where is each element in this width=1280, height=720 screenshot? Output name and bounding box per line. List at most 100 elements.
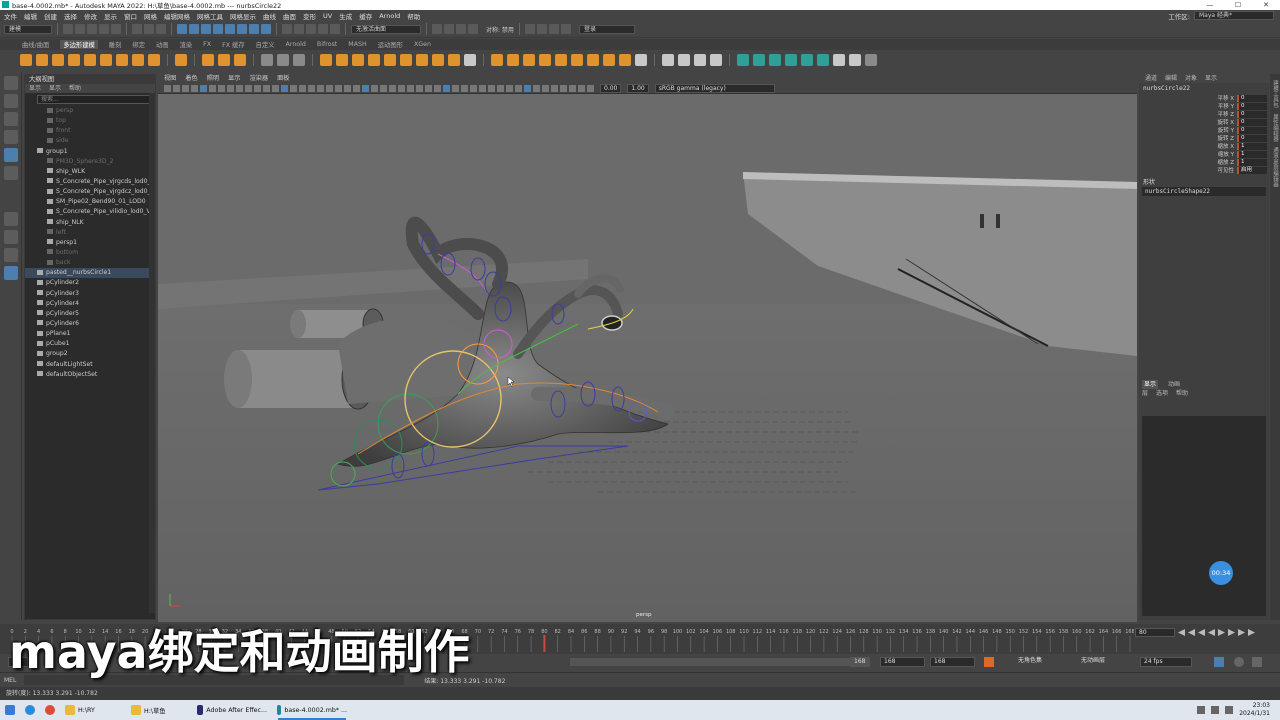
system-clock[interactable]: 23:03 2024/1/31: [1239, 702, 1270, 718]
merge-icon[interactable]: [507, 54, 519, 66]
insert-edge-loop-icon[interactable]: [491, 54, 503, 66]
channel-row[interactable]: 平移 Y0: [1139, 102, 1269, 110]
outliner-item[interactable]: defaultLightSet: [25, 360, 155, 370]
wedge-icon[interactable]: [555, 54, 567, 66]
shelf-tab[interactable]: Arnold: [286, 41, 306, 48]
viewport-tool-icon[interactable]: [515, 84, 522, 92]
character-set-dropdown[interactable]: 无角色集: [1015, 657, 1067, 667]
poly-torus-icon[interactable]: [84, 54, 96, 66]
shelf-tab[interactable]: 渲染: [180, 40, 193, 49]
viewport-tool-icon[interactable]: [191, 84, 198, 92]
extrude-icon[interactable]: [352, 54, 364, 66]
menu-item[interactable]: 显示: [104, 11, 117, 21]
viewport-tool-icon[interactable]: [587, 84, 594, 92]
poly-cube-icon[interactable]: [36, 54, 48, 66]
menu-item[interactable]: UV: [323, 12, 332, 20]
shelf-tab[interactable]: 多边形建模: [60, 40, 98, 49]
select-by-handle-icon[interactable]: [177, 24, 187, 34]
channel-row[interactable]: 平移 X0: [1139, 94, 1269, 102]
viewport-tool-icon[interactable]: [542, 84, 549, 92]
step-back-frame-icon[interactable]: [1198, 629, 1205, 636]
save-scene-icon[interactable]: [87, 24, 97, 34]
step-forward-key-icon[interactable]: [1238, 629, 1245, 636]
channel-row[interactable]: 旋转 Y0: [1139, 126, 1269, 134]
viewport-tool-icon[interactable]: [236, 84, 243, 92]
viewport-tool-icon[interactable]: [488, 84, 495, 92]
bridge-icon[interactable]: [368, 54, 380, 66]
triangulate-icon[interactable]: [603, 54, 615, 66]
layout-uv-icon[interactable]: [817, 54, 829, 66]
shelf-tab[interactable]: 雕刻: [109, 40, 122, 49]
viewport-tool-icon[interactable]: [578, 84, 585, 92]
two-pane-icon[interactable]: [3, 248, 18, 262]
menu-item[interactable]: Arnold: [379, 12, 400, 20]
viewport-menu-item[interactable]: 显示: [228, 74, 240, 83]
viewport-tool-icon[interactable]: [398, 84, 405, 92]
harden-edge-icon[interactable]: [678, 54, 690, 66]
menu-item[interactable]: 帮助: [407, 11, 420, 21]
channel-value-field[interactable]: 0: [1237, 134, 1267, 142]
outliner-item[interactable]: PM3D_Sphere3D_2: [25, 157, 155, 167]
outliner-item[interactable]: back: [25, 258, 155, 268]
outliner-item[interactable]: ship_NLK: [25, 218, 155, 228]
taskbar-app[interactable]: base-4.0002.mb* ...: [272, 700, 352, 720]
select-by-dynamic-icon[interactable]: [237, 24, 247, 34]
select-tool-icon[interactable]: [3, 76, 18, 90]
shelf-tab[interactable]: FX 缓存: [222, 40, 245, 49]
viewport-tool-icon[interactable]: [164, 84, 171, 92]
viewport-tool-icon[interactable]: [290, 84, 297, 92]
viewport-tool-icon[interactable]: [569, 84, 576, 92]
channel-value-field[interactable]: 1: [1237, 142, 1267, 150]
channel-menu-edit[interactable]: 编辑: [1165, 74, 1177, 83]
menu-item[interactable]: 网格工具: [197, 11, 223, 21]
spin-edge-icon[interactable]: [587, 54, 599, 66]
range-end-handle[interactable]: 168: [850, 657, 870, 667]
render-view-icon[interactable]: [432, 24, 442, 34]
channel-menu-object[interactable]: 对象: [1185, 74, 1197, 83]
play-backward-icon[interactable]: [1208, 629, 1215, 636]
select-object-icon[interactable]: [144, 24, 154, 34]
taskbar-chrome[interactable]: [40, 700, 60, 720]
multi-cut-icon[interactable]: [464, 54, 476, 66]
layer-list[interactable]: [1142, 416, 1266, 616]
live-surface-field[interactable]: 无激活曲面: [351, 24, 421, 34]
playback-end-field[interactable]: 168: [930, 657, 975, 667]
viewport-tool-icon[interactable]: [344, 84, 351, 92]
fps-dropdown[interactable]: 24 fps: [1140, 657, 1192, 667]
viewport-menu-item[interactable]: 面板: [277, 74, 289, 83]
viewport-tool-icon[interactable]: [560, 84, 567, 92]
select-by-joint-icon[interactable]: [189, 24, 199, 34]
poly-type-icon[interactable]: [202, 54, 214, 66]
viewport-tool-icon[interactable]: [335, 84, 342, 92]
svg-icon[interactable]: [234, 54, 246, 66]
shelf-tab[interactable]: MASH: [348, 41, 366, 48]
menu-item[interactable]: 文件: [4, 11, 17, 21]
auto-key-icon[interactable]: [984, 657, 994, 667]
viewport-tool-icon[interactable]: [353, 84, 360, 92]
shape-node-name[interactable]: nurbsCircleShape22: [1142, 187, 1266, 196]
outliner-item[interactable]: pCylinder4: [25, 299, 155, 309]
uv-editor-icon[interactable]: [277, 54, 289, 66]
cut-uv-icon[interactable]: [833, 54, 845, 66]
range-bar[interactable]: [570, 658, 870, 666]
menu-set-dropdown[interactable]: 建模: [4, 24, 52, 34]
planar-map-icon[interactable]: [737, 54, 749, 66]
viewport-tool-icon[interactable]: [227, 84, 234, 92]
channel-value-field[interactable]: 0: [1237, 118, 1267, 126]
quadrangulate-icon[interactable]: [619, 54, 631, 66]
reduce-icon[interactable]: [336, 54, 348, 66]
outliner-menu-item[interactable]: 帮助: [69, 84, 81, 93]
auto-map-icon[interactable]: [785, 54, 797, 66]
step-back-key-icon[interactable]: [1188, 629, 1195, 636]
shelf-tab[interactable]: 绑定: [132, 40, 145, 49]
viewport-tool-icon[interactable]: [263, 84, 270, 92]
menu-item[interactable]: 曲面: [283, 11, 296, 21]
shelf-tab[interactable]: 曲线/曲面: [22, 40, 49, 49]
menu-item[interactable]: 网格显示: [230, 11, 256, 21]
viewport-tool-icon[interactable]: [200, 84, 207, 92]
bevel-icon[interactable]: [384, 54, 396, 66]
outliner-item[interactable]: top: [25, 116, 155, 126]
boolean-icon[interactable]: [432, 54, 444, 66]
spherical-map-icon[interactable]: [769, 54, 781, 66]
attribute-editor-icon[interactable]: [536, 24, 547, 34]
